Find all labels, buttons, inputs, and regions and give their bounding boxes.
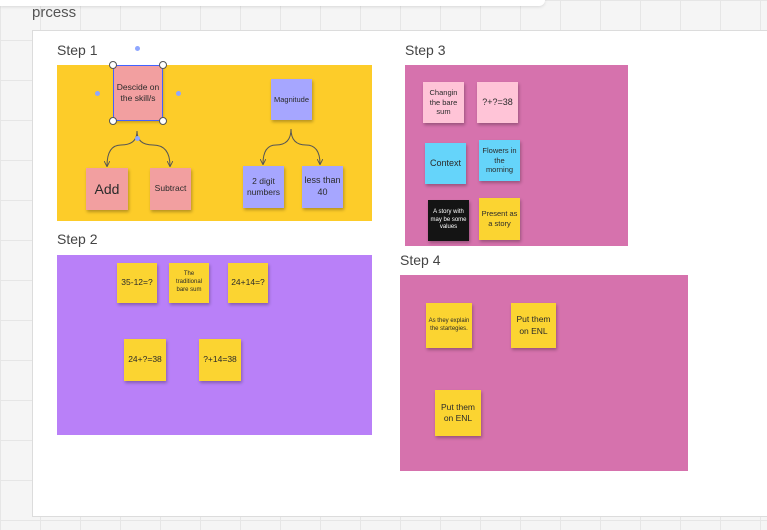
- note-present-as-story[interactable]: Present as a story: [479, 198, 520, 240]
- connector-dot-bottom[interactable]: [135, 136, 140, 141]
- resize-handle-top-right[interactable]: [159, 61, 167, 69]
- note-put-on-enl-2[interactable]: Put them on ENL: [435, 390, 481, 436]
- note-less-than-40[interactable]: less than 40: [302, 166, 343, 208]
- note-put-on-enl-1[interactable]: Put them on ENL: [511, 303, 556, 348]
- resize-handle-bottom-left[interactable]: [109, 117, 117, 125]
- note-35-12[interactable]: 35-12=?: [117, 263, 157, 303]
- note-add[interactable]: Add: [86, 168, 128, 210]
- note-flowers-morning[interactable]: Flowers in the morning: [479, 140, 520, 181]
- board-title[interactable]: prcess: [32, 4, 76, 21]
- connector-dot-top[interactable]: [135, 46, 140, 51]
- step-2-label[interactable]: Step 2: [57, 231, 97, 247]
- note-plus-14-38[interactable]: ?+14=38: [199, 339, 241, 381]
- note-24-14[interactable]: 24+14=?: [228, 263, 268, 303]
- note-eq-38[interactable]: ?+?=38: [477, 82, 518, 123]
- note-context[interactable]: Context: [425, 143, 466, 184]
- note-changin-bare-sum[interactable]: Changin the bare sum: [423, 82, 464, 123]
- note-two-digit-numbers[interactable]: 2 digit numbers: [243, 166, 284, 208]
- note-subtract[interactable]: Subtract: [150, 168, 191, 210]
- connector-dot-left[interactable]: [95, 91, 100, 96]
- step-1-label[interactable]: Step 1: [57, 42, 97, 58]
- resize-handle-top-left[interactable]: [109, 61, 117, 69]
- resize-handle-bottom-right[interactable]: [159, 117, 167, 125]
- note-traditional-bare-sum[interactable]: The traditional bare sum: [169, 263, 209, 303]
- connector-dot-right[interactable]: [176, 91, 181, 96]
- note-decide-skills[interactable]: Descide on the skill/s: [114, 66, 162, 120]
- step-3-label[interactable]: Step 3: [405, 42, 445, 58]
- note-magnitude[interactable]: Magnitude: [271, 79, 312, 120]
- step-4-label[interactable]: Step 4: [400, 252, 440, 268]
- top-toolbar-edge: [0, 0, 545, 6]
- note-explain-strategies[interactable]: As they explain the startegies.: [426, 303, 472, 348]
- note-story-with-values[interactable]: A story with may be some values: [428, 200, 469, 241]
- note-24-plus-38[interactable]: 24+?=38: [124, 339, 166, 381]
